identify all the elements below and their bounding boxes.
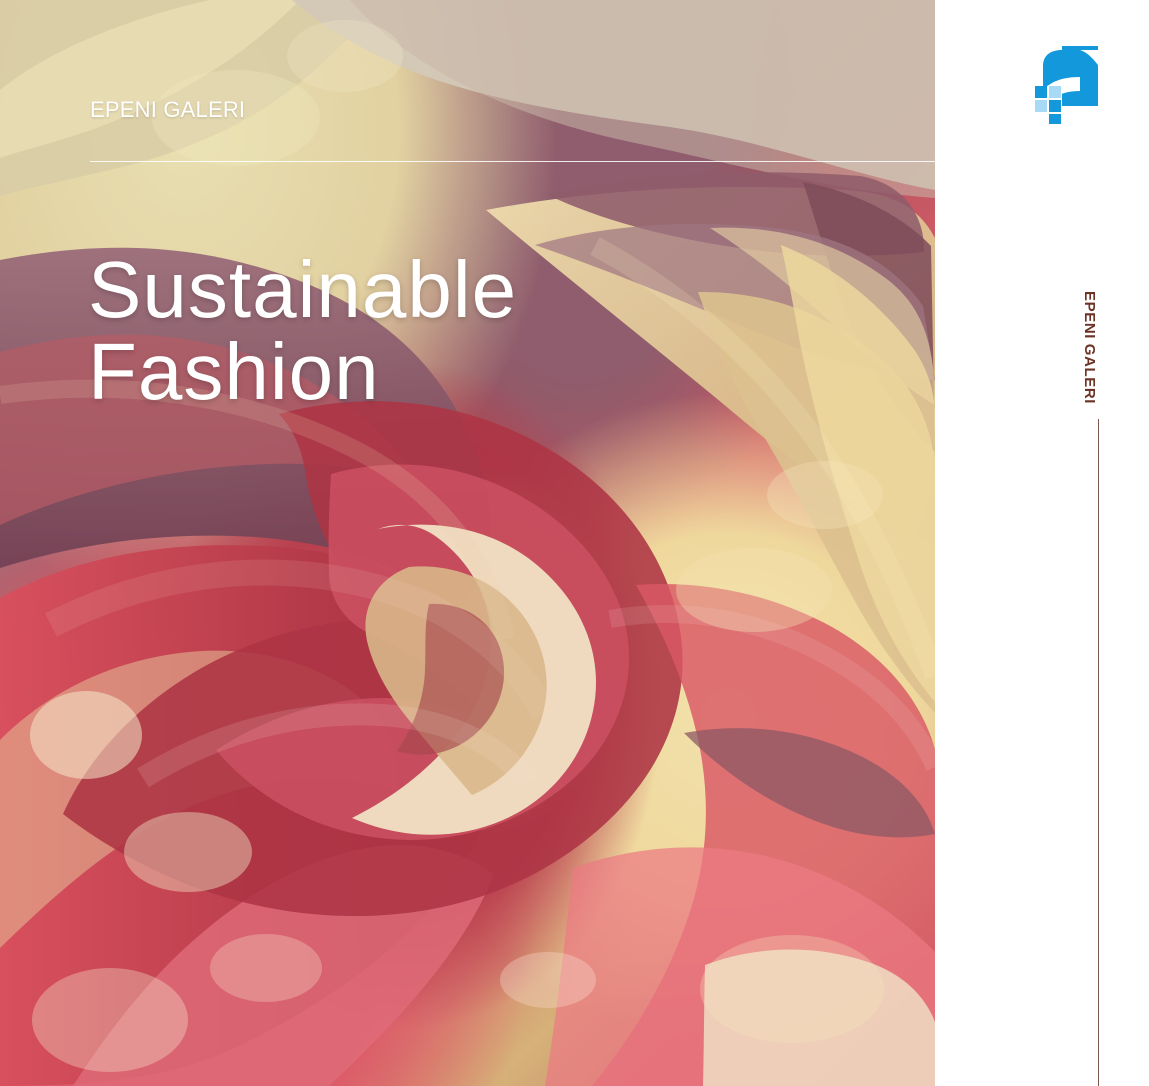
header-divider — [90, 161, 935, 162]
sidebar-vertical-label: EPENI GALERI — [1081, 291, 1098, 405]
right-sidebar — [935, 0, 1149, 1086]
gallery-top-label: EPENI GALERI — [90, 97, 246, 122]
hero-image: EPENI GALERI Sustainable Fashion — [0, 0, 935, 1086]
title-line-1: Sustainable — [88, 244, 518, 334]
page-title: Sustainable Fashion — [88, 244, 518, 416]
brand-logo-icon — [1031, 46, 1103, 124]
fabric-swirl-artwork — [0, 0, 935, 1086]
title-line-2: Fashion — [88, 326, 380, 416]
sidebar-divider — [1098, 419, 1099, 1086]
